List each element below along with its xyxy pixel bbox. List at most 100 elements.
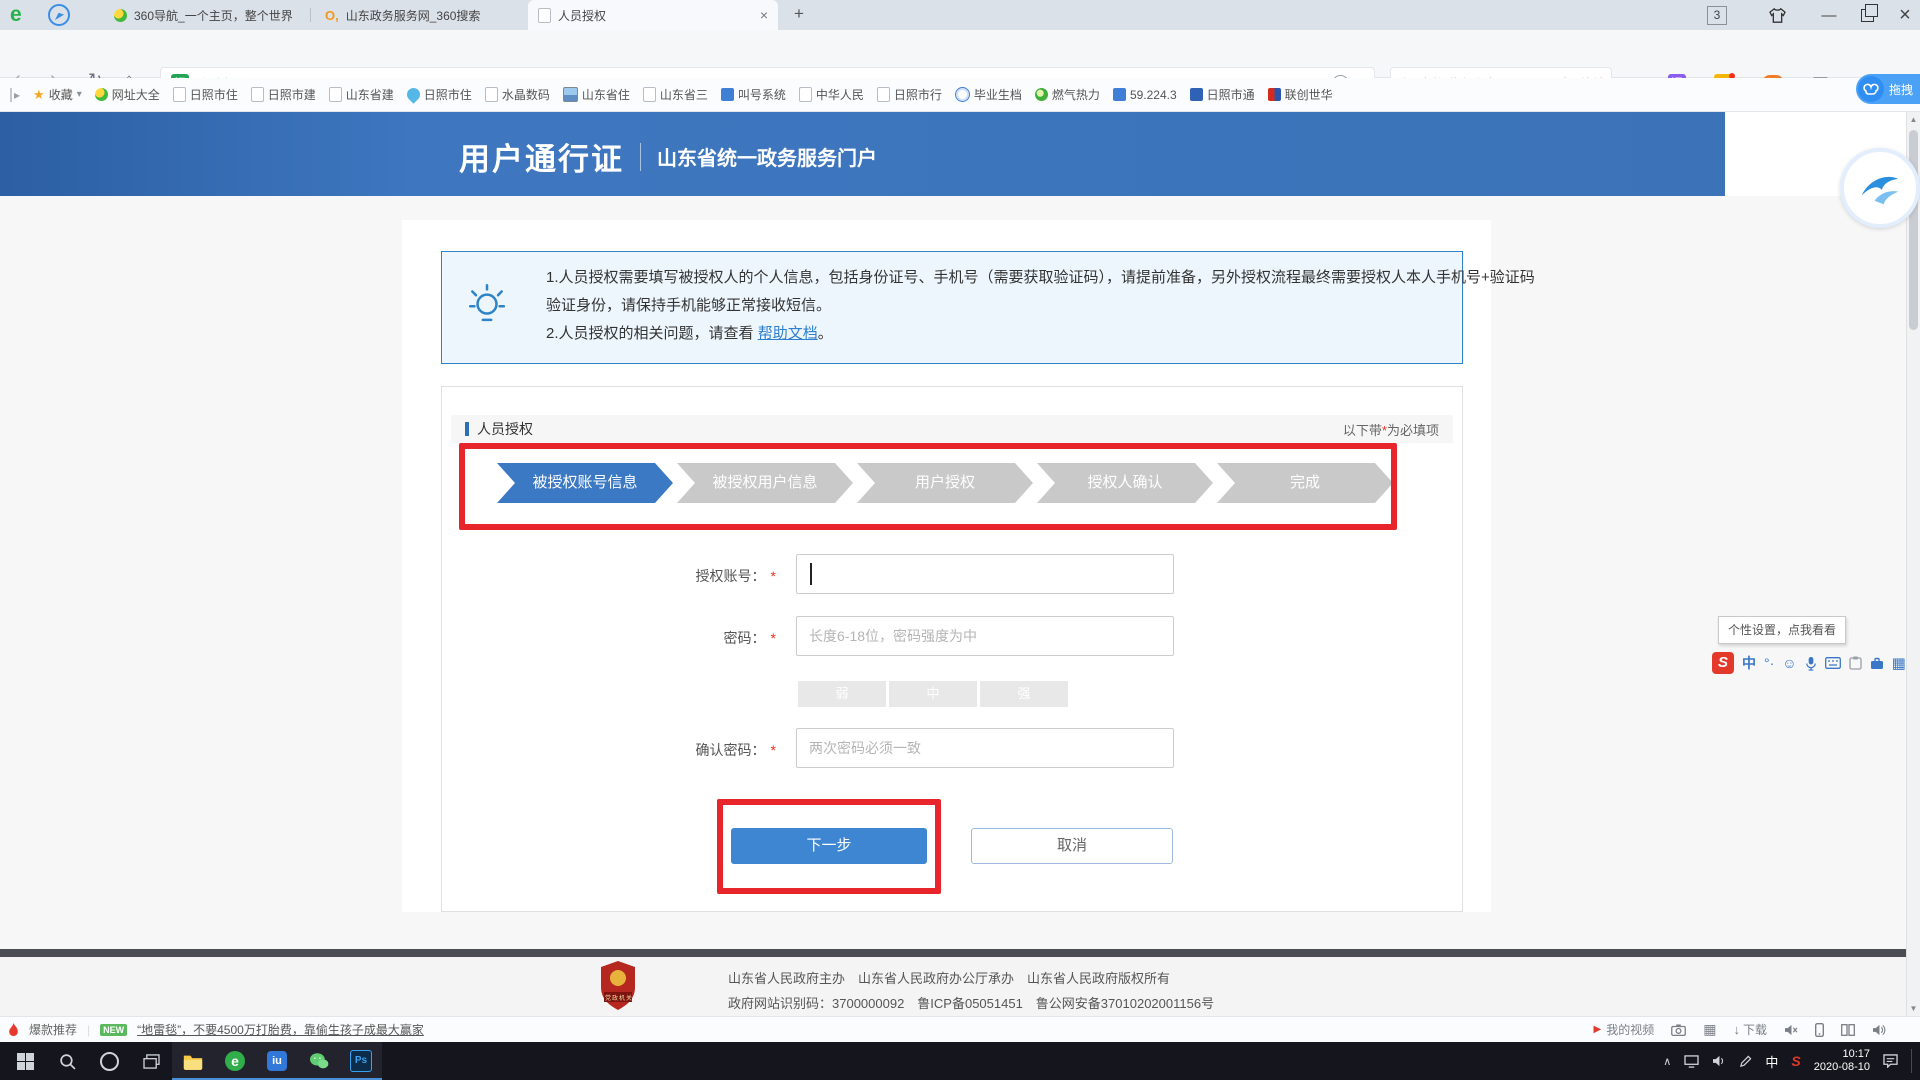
search-icon [59,1053,76,1070]
ime-clipboard-icon[interactable] [1849,656,1862,670]
bookmark-item[interactable]: 山东省建 [329,86,394,103]
folder-icon [183,1053,203,1070]
bookmark-item[interactable]: 毕业生档 [955,86,1022,103]
bookmark-item[interactable]: 网址大全 [95,86,160,103]
bookmark-item[interactable]: 叫号系统 [721,86,786,103]
browser-360-button[interactable]: e [214,1042,256,1080]
ime-toolbox-icon[interactable] [1870,657,1884,670]
my-video-button[interactable]: ▶我的视频 [1594,1021,1655,1038]
step-user-auth: 用户授权 [857,463,1033,503]
ime-mic-icon[interactable] [1805,656,1817,671]
separator: | [87,1023,90,1037]
compass-needle [54,10,65,21]
nav-compass-icon[interactable] [48,4,70,26]
scroll-down-icon[interactable]: ▼ [1907,1004,1920,1013]
brand-subtitle: 山东省统一政务服务门户 [657,142,877,171]
split-screen-icon[interactable] [1841,1024,1855,1036]
tab-favicon-360nav-icon [114,9,127,22]
ime-punctuation-icon[interactable]: °· [1764,655,1774,671]
ime-mode-chinese[interactable]: 中 [1742,653,1756,673]
bookmark-item[interactable]: 日照市通 [1190,86,1255,103]
account-input[interactable] [796,554,1174,594]
vertical-scrollbar[interactable]: ▲ ▼ [1906,112,1920,1016]
aishandong-logo[interactable] [1840,148,1920,228]
tab-favicon-page-icon [538,8,551,23]
bookmark-item[interactable]: 山东省住 [563,86,630,103]
baidu-netdisk-hint[interactable]: 拖拽 [1856,74,1920,104]
footer-line1: 山东省人民政府主办 山东省人民政府办公厅承办 山东省人民政府版权所有 [728,968,1170,987]
extensions-grid-icon[interactable]: ▦ [1703,1021,1716,1038]
bookmark-item[interactable]: 水晶数码 [485,86,550,103]
new-tab-button[interactable]: + [794,4,804,24]
help-doc-link[interactable]: 帮助文档 [758,325,818,342]
skin-button[interactable] [1760,0,1794,30]
page-icon [799,87,812,102]
close-window-button[interactable]: × [1888,0,1920,30]
promo-label[interactable]: 爆款推荐 [29,1021,77,1038]
bookmark-favorites[interactable]: ★收藏▾ [33,86,82,103]
notice-line3: 2.人员授权的相关问题，请查看 帮助文档。 [546,322,833,343]
tab-close-icon[interactable]: × [760,7,768,23]
bookmark-item[interactable]: 日照市行 [877,86,942,103]
tab-personnel-auth-active[interactable]: 人员授权 × [528,0,778,30]
show-desktop-button[interactable] [1911,1049,1914,1073]
sogou-ime-bar[interactable]: S 中 °· ☺ ▦ [1712,652,1906,674]
bookmark-item[interactable]: 山东省三 [643,86,708,103]
tab-360-nav[interactable]: 360导航_一个主页，整个世界 [104,0,308,30]
ime-settings-tooltip[interactable]: 个性设置，点我看看 [1718,616,1846,644]
mute-speaker-icon[interactable] [1784,1024,1798,1036]
queue-system-icon [721,88,734,101]
notification-center-icon[interactable] [1883,1054,1898,1068]
browser-toolbar: ‹ › ↻ ⌂ 证 党政机关 http://zwfw.sd.gov.cn/JIS… [0,30,1920,78]
iu-app-icon: iu [267,1051,287,1071]
confirm-password-input[interactable] [796,728,1174,768]
ime-skin-grid-icon[interactable]: ▦ [1892,654,1906,672]
tray-ime-mode[interactable]: 中 [1765,1052,1778,1071]
star-icon: ★ [33,87,45,103]
tray-sogou-icon[interactable]: S [1791,1053,1800,1069]
scrollbar-thumb[interactable] [1909,130,1918,330]
camera-icon[interactable] [1671,1024,1686,1036]
page-icon [643,87,656,102]
wechat-button[interactable] [298,1042,340,1080]
play-icon: ▶ [1594,1024,1602,1035]
bookmark-item[interactable]: 日照市住 [407,86,472,103]
next-step-button[interactable]: 下一步 [731,828,927,864]
section-title: 人员授权 [477,419,533,439]
task-view-button[interactable] [130,1042,172,1080]
tab-count-badge[interactable]: 3 [1700,0,1734,30]
pen-icon[interactable] [1739,1055,1752,1068]
password-input[interactable] [796,616,1174,656]
bookmark-item[interactable]: 日照市住 [173,86,238,103]
mobile-icon[interactable] [1815,1023,1824,1037]
file-explorer-button[interactable] [172,1042,214,1080]
bookmark-item[interactable]: 中华人民 [799,86,864,103]
sogou-logo-icon[interactable]: S [1712,652,1734,674]
minimize-button[interactable]: — [1812,0,1846,30]
ime-keyboard-icon[interactable] [1825,657,1841,669]
bookmark-item[interactable]: 日照市建 [251,86,316,103]
tray-volume-icon[interactable] [1712,1055,1726,1067]
start-button[interactable] [4,1042,46,1080]
iu-app-button[interactable]: iu [256,1042,298,1080]
download-button[interactable]: ↓下载 [1733,1021,1767,1038]
browser-360-logo-icon[interactable]: e [10,3,22,27]
hidden-icons-chevron[interactable]: ∧ [1663,1055,1671,1068]
news-ticker-link[interactable]: “地雷毯”，不要4500万打胎费，靠偷生孩子成最大赢家 [137,1021,424,1038]
display-icon[interactable] [1684,1055,1699,1068]
taskbar-search-button[interactable] [46,1042,88,1080]
volume-icon[interactable] [1872,1024,1886,1036]
expand-sidebar-icon[interactable]: ▸ [10,88,20,102]
photoshop-button[interactable]: Ps [340,1042,382,1080]
taskbar-clock[interactable]: 10:172020-08-10 [1814,1048,1870,1074]
scroll-up-icon[interactable]: ▲ [1907,115,1920,124]
bookmark-item[interactable]: 59.224.3 [1113,88,1177,102]
restore-button[interactable] [1850,0,1884,30]
tab-sd-search[interactable]: O, 山东政务服务网_360搜索 [315,0,523,30]
cortana-button[interactable] [88,1042,130,1080]
cancel-button[interactable]: 取消 [971,828,1173,864]
tab-separator [310,8,311,22]
ime-emoji-icon[interactable]: ☺ [1782,655,1796,671]
bookmark-item[interactable]: 燃气热力 [1035,86,1100,103]
bookmark-item[interactable]: 联创世华 [1268,86,1333,103]
